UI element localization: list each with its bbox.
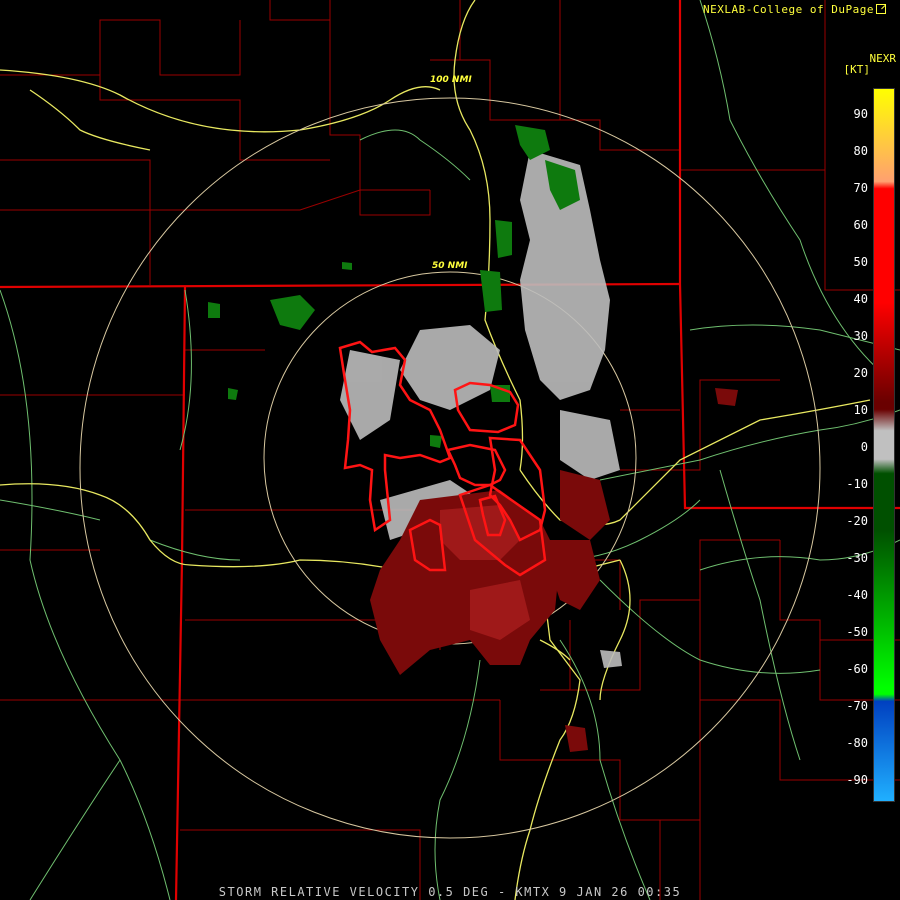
colorbar-tick-label: 70	[853, 181, 868, 195]
colorbar-tick-label: 50	[853, 255, 868, 269]
colorbar-tick-label: 30	[853, 329, 868, 343]
colorbar-tick-label: -70	[846, 699, 868, 713]
credit-text: NEXLAB-College of DuPage	[703, 3, 874, 16]
colorbar-tick-label: 40	[853, 292, 868, 306]
colorbar-tick-label: 20	[853, 366, 868, 380]
range-ring-100nmi	[79, 97, 821, 839]
colorbar-tick-label: 10	[853, 403, 868, 417]
colorbar-tick-label: -30	[846, 551, 868, 565]
colorbar-tick-label: -20	[846, 514, 868, 528]
credit-label: NEXLAB-College of DuPage	[703, 3, 886, 16]
colorbar-tick-label: -90	[846, 773, 868, 787]
colorbar-tick-label: -10	[846, 477, 868, 491]
range-rings	[79, 97, 821, 839]
product-label: NEXR	[869, 52, 897, 65]
velocity-colorbar	[873, 88, 895, 802]
colorbar-tick-label: -40	[846, 588, 868, 602]
colorbar-tick-label: -60	[846, 662, 868, 676]
range-ring-label-50: 50 NMI	[432, 261, 468, 271]
highways	[0, 0, 871, 900]
colorbar-tick-label: 80	[853, 144, 868, 158]
colorbar-tick-label: 90	[853, 107, 868, 121]
range-ring-label-100: 100 NMI	[430, 75, 472, 85]
warning-polygon-3	[446, 443, 507, 487]
colorbar-tick-label: -80	[846, 736, 868, 750]
colorbar-tick-label: 60	[853, 218, 868, 232]
radar-map: 100 NMI 50 NMI	[0, 0, 900, 900]
colorbar-tick-label: -50	[846, 625, 868, 639]
product-caption: STORM RELATIVE VELOCITY 0.5 DEG - KMTX 9…	[218, 885, 682, 899]
external-link-icon[interactable]	[876, 4, 886, 14]
unit-label: [KT]	[843, 63, 871, 76]
colorbar-tick-label: 0	[860, 440, 868, 454]
